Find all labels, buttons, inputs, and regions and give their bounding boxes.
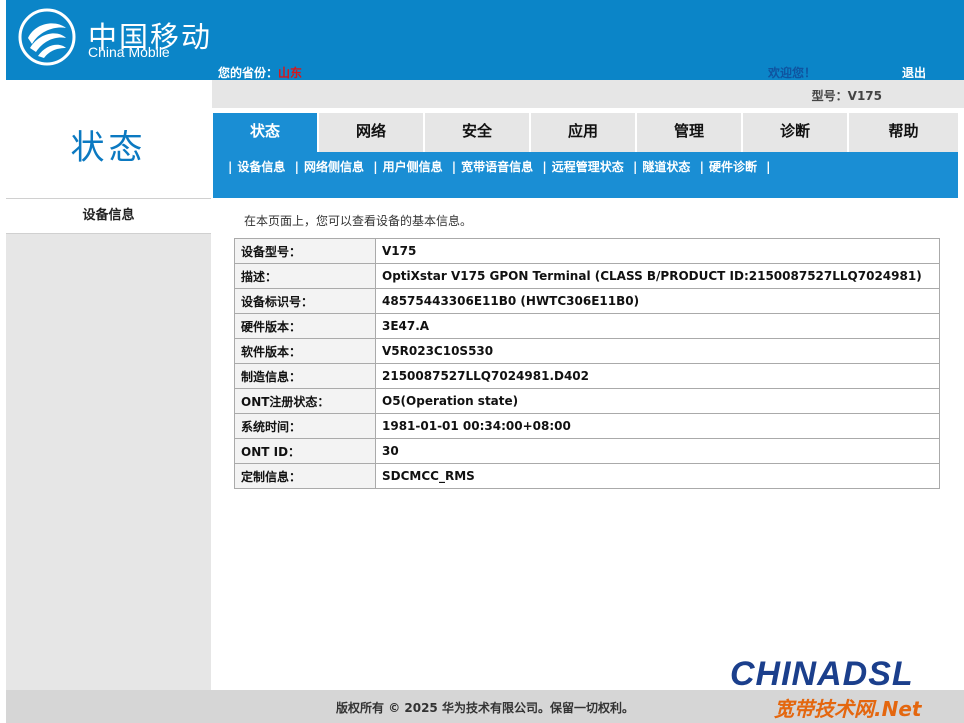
china-mobile-logo-icon [18,8,76,66]
row-key: ONT注册状态： [234,388,376,414]
row-value: OptiXstar V175 GPON Terminal (CLASS B/PR… [375,263,940,289]
tab-status[interactable]: 状态 [213,113,317,152]
row-value: 30 [375,438,940,464]
watermark-bottom-text: 宽带技术网.Net [774,697,922,721]
table-row: 描述： OptiXstar V175 GPON Terminal (CLASS B… [234,263,940,289]
tab-security[interactable]: 安全 [425,113,529,152]
subnav-device-info[interactable]: 设备信息 [237,160,285,174]
subnav-remote-management[interactable]: 远程管理状态 [552,160,624,174]
welcome-text: 欢迎您！ [768,66,817,80]
tab-management[interactable]: 管理 [637,113,741,152]
table-row: 定制信息： SDCMCC_RMS [234,463,940,489]
main-tabs: 状态 网络 安全 应用 管理 诊断 帮助 [213,113,958,152]
router-admin-page: 中国移动 China Mobile 您的省份：山东 欢迎您！ 退出 型号：V17… [0,0,964,723]
sidebar-item-device-info[interactable]: 设备信息 [6,198,211,234]
row-key: ONT ID： [234,438,376,464]
row-value: V175 [375,238,940,264]
chinadsl-watermark: CHINADSL 宽带技术网.Net [730,655,960,721]
row-key: 设备标识号： [234,288,376,314]
brand-name-en: China Mobile [88,44,170,60]
row-key: 制造信息： [234,363,376,389]
row-key: 软件版本： [234,338,376,364]
table-row: ONT注册状态： O5(Operation state) [234,388,940,414]
table-row: 系统时间： 1981-01-01 00:34:00+08:00 [234,413,940,439]
province-value: 山东 [278,66,303,80]
subnav-voice-info[interactable]: 宽带语音信息 [461,160,533,174]
subnav-network-side-info[interactable]: 网络侧信息 [304,160,364,174]
tab-application[interactable]: 应用 [531,113,635,152]
page-title: 状态 [70,128,147,168]
sub-navigation: | 设备信息 | 网络侧信息 | 用户侧信息 | 宽带语音信息 | 远程管理状态 | 隧道状… [213,152,958,198]
table-row: 硬件版本： 3E47.A [234,313,940,339]
table-row: 软件版本： V5R023C10S530 [234,338,940,364]
province-label: 您的省份： [218,66,279,80]
row-key: 系统时间： [234,413,376,439]
province-info: 您的省份：山东 [218,64,302,81]
row-value: 3E47.A [375,313,940,339]
row-key: 定制信息： [234,463,376,489]
row-key: 描述： [234,263,376,289]
row-value: V5R023C10S530 [375,338,940,364]
tab-help[interactable]: 帮助 [849,113,958,152]
top-header: 中国移动 China Mobile 您的省份：山东 欢迎您！ 退出 [6,0,964,80]
table-row: 设备型号： V175 [234,238,940,264]
device-info-table: 设备型号： V175 描述： OptiXstar V175 GPON Termina… [234,238,940,489]
row-value: 2150087527LLQ7024981.D402 [375,363,940,389]
row-value: SDCMCC_RMS [375,463,940,489]
row-key: 设备型号： [234,238,376,264]
model-label: 型号：V175 [811,89,882,103]
row-value: O5(Operation state) [375,388,940,414]
row-value: 1981-01-01 00:34:00+08:00 [375,413,940,439]
table-row: ONT ID： 30 [234,438,940,464]
logout-link[interactable]: 退出 [902,64,926,81]
subnav-user-side-info[interactable]: 用户侧信息 [383,160,443,174]
intro-text: 在本页面上，您可以查看设备的基本信息。 [244,214,473,228]
subnav-hardware-diagnosis[interactable]: 硬件诊断 [709,160,757,174]
tab-diagnosis[interactable]: 诊断 [743,113,847,152]
subnav-tunnel-status[interactable]: 隧道状态 [642,160,690,174]
table-row: 设备标识号： 48575443306E11B0 (HWTC306E11B0) [234,288,940,314]
row-value: 48575443306E11B0 (HWTC306E11B0) [375,288,940,314]
table-row: 制造信息： 2150087527LLQ7024981.D402 [234,363,940,389]
model-strip: 型号：V175 [212,80,964,108]
watermark-top-text: CHINADSL [730,655,914,693]
tab-network[interactable]: 网络 [319,113,423,152]
sidebar: 设备信息 [6,198,211,690]
row-key: 硬件版本： [234,313,376,339]
